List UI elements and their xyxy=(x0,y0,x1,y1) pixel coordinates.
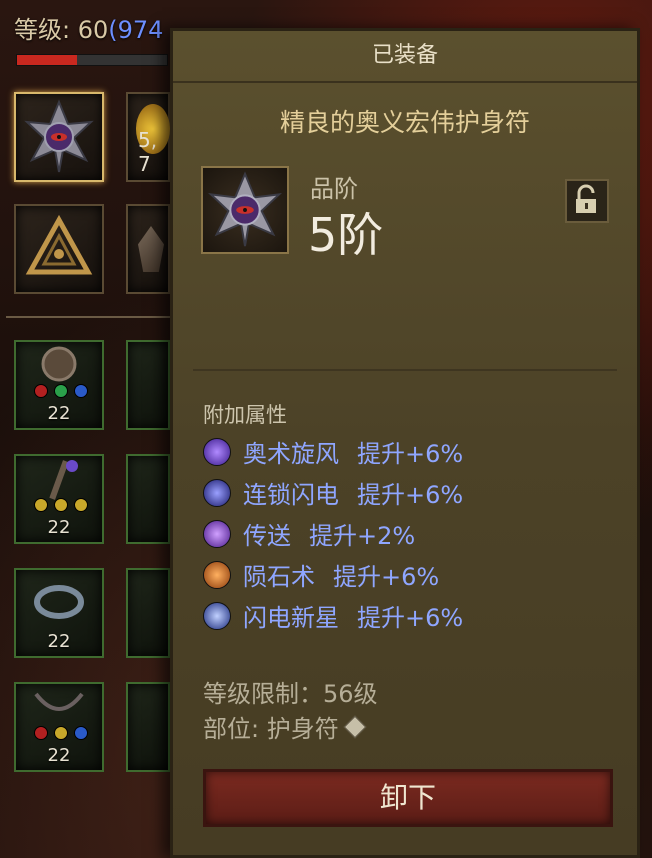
sapphire-socket-icon xyxy=(74,726,88,740)
lock-button[interactable] xyxy=(565,179,609,223)
tier-value: 5阶 xyxy=(308,208,384,262)
skill-name: 奥术旋风 xyxy=(243,440,339,468)
equipped-header: 已装备 xyxy=(173,31,637,83)
skill-boost: 提升+6% xyxy=(333,563,440,591)
attribute-row: 传送 提升+2% xyxy=(203,513,463,554)
inventory-slot[interactable]: 22 xyxy=(14,340,104,430)
slot-label: 5, 7 xyxy=(138,128,158,176)
skill-boost: 提升+6% xyxy=(357,440,464,468)
topaz-socket-icon xyxy=(54,726,68,740)
unlocked-padlock-icon xyxy=(576,184,596,213)
sapphire-socket-icon xyxy=(74,384,88,398)
ring-item-icon xyxy=(34,585,84,619)
socket-row xyxy=(34,726,88,740)
inventory-slot[interactable] xyxy=(126,568,170,658)
inventory-slot[interactable]: 22 xyxy=(14,454,104,544)
skill-boost: 提升+6% xyxy=(357,481,464,509)
topaz-socket-icon xyxy=(54,498,68,512)
equipment-slot-weapon[interactable] xyxy=(126,204,170,294)
item-name: 精良的奥义宏伟护身符 xyxy=(279,108,530,137)
inventory-slot[interactable]: 22 xyxy=(14,568,104,658)
socket-row xyxy=(34,384,88,398)
item-level: 22 xyxy=(47,631,71,652)
skill-boost: 提升+2% xyxy=(309,522,416,550)
equipment-slot-ring[interactable]: 5, 7 xyxy=(126,92,170,182)
divider xyxy=(6,316,170,318)
attribute-list: 奥术旋风 提升+6% 连锁闪电 提升+6% 传送 提升+2% 陨石术 提升+6%… xyxy=(203,431,463,636)
item-icon xyxy=(201,166,289,254)
equipment-slot-amulet[interactable] xyxy=(14,92,104,182)
xp-bar xyxy=(16,54,168,66)
weapon-icon xyxy=(138,226,164,272)
inventory-slot[interactable]: 22 xyxy=(14,682,104,772)
ruby-socket-icon xyxy=(34,384,48,398)
attribute-row: 奥术旋风 提升+6% xyxy=(203,431,463,472)
item-level: 22 xyxy=(47,403,71,424)
xp-bar-fill xyxy=(17,55,77,65)
attribute-row: 陨石术 提升+6% xyxy=(203,554,463,595)
teleport-icon xyxy=(203,519,231,548)
skill-boost: 提升+6% xyxy=(357,604,464,632)
attribute-row: 闪电新星 提升+6% xyxy=(203,595,463,636)
chain-lightning-icon xyxy=(203,478,231,507)
inventory-slot[interactable] xyxy=(126,454,170,544)
skill-name: 传送 xyxy=(243,522,291,550)
amulet-icon xyxy=(207,171,283,247)
topaz-socket-icon xyxy=(74,498,88,512)
skill-name: 闪电新星 xyxy=(243,604,339,632)
triangle-emblem-icon xyxy=(25,214,93,275)
skill-name: 连锁闪电 xyxy=(243,481,339,509)
arcane-orb-icon xyxy=(203,437,231,466)
lightning-nova-icon xyxy=(203,601,231,630)
meteor-icon xyxy=(203,560,231,589)
attributes-title: 附加属性 xyxy=(203,403,287,427)
emerald-socket-icon xyxy=(54,384,68,398)
ruby-socket-icon xyxy=(34,726,48,740)
player-level: 等级: 60(974 xyxy=(14,16,164,44)
item-tooltip: 已装备 精良的奥义宏伟护身符 品阶 5阶 附加属性 奥术旋风 提升+6% 连锁闪… xyxy=(170,28,640,858)
unequip-button[interactable]: 卸下 xyxy=(203,769,613,827)
item-level: 22 xyxy=(47,517,71,538)
amulet-icon xyxy=(24,99,94,173)
socket-row xyxy=(34,498,88,512)
section-divider xyxy=(193,369,617,371)
inventory-slot[interactable] xyxy=(126,682,170,772)
slot-type-label: 部位: 护身符 xyxy=(203,715,339,743)
topaz-socket-icon xyxy=(34,498,48,512)
item-level: 22 xyxy=(47,745,71,766)
attribute-row: 连锁闪电 提升+6% xyxy=(203,472,463,513)
skill-name: 陨石术 xyxy=(243,563,315,591)
item-slot-type: 部位: 护身符 xyxy=(203,709,367,744)
inventory-slot[interactable] xyxy=(126,340,170,430)
amulet-slot-diamond-icon xyxy=(343,715,367,738)
level-requirement: 等级限制：56级 xyxy=(203,680,378,708)
equipment-slot-emblem[interactable] xyxy=(14,204,104,294)
